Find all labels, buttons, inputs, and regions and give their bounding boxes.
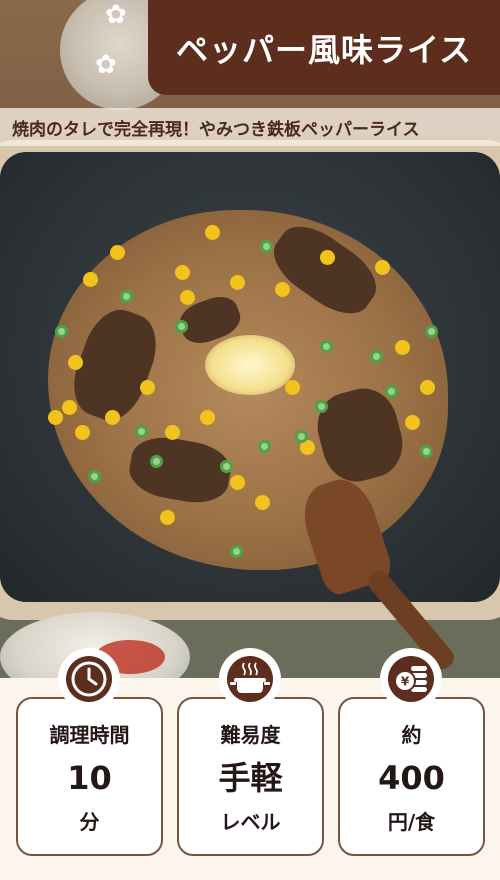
page-subtitle: 焼肉のタレで完全再現！やみつき鉄板ペッパーライス bbox=[12, 119, 420, 140]
corn-kernel bbox=[160, 510, 175, 525]
corn-kernel bbox=[255, 495, 270, 510]
green-onion bbox=[385, 385, 398, 398]
corn-kernel bbox=[175, 265, 190, 280]
cost-card: 約 400 円/食 bbox=[338, 697, 485, 856]
corn-kernel bbox=[62, 400, 77, 415]
corn-kernel bbox=[230, 275, 245, 290]
difficulty-card: 難易度 手軽 レベル bbox=[177, 697, 324, 856]
card-value: 手軽 bbox=[218, 759, 283, 797]
green-onion bbox=[315, 400, 328, 413]
green-onion bbox=[258, 440, 271, 453]
green-onion bbox=[120, 290, 133, 303]
corn-kernel bbox=[180, 290, 195, 305]
card-value: 10 bbox=[67, 759, 112, 797]
corn-kernel bbox=[205, 225, 220, 240]
green-onion bbox=[295, 430, 308, 443]
page-title: ペッパー風味ライス bbox=[175, 30, 473, 69]
coins-icon: ¥ bbox=[388, 656, 434, 702]
clock-icon bbox=[66, 656, 112, 702]
flower-icon: ✿ bbox=[95, 50, 117, 80]
clock-badge bbox=[58, 648, 120, 710]
butter-pat bbox=[205, 335, 295, 395]
flower-icon: ✿ bbox=[105, 0, 127, 30]
cooking-time-card: 調理時間 10 分 bbox=[16, 697, 163, 856]
corn-kernel bbox=[75, 425, 90, 440]
green-onion bbox=[420, 445, 433, 458]
green-onion bbox=[175, 320, 188, 333]
pot-badge bbox=[219, 648, 281, 710]
corn-kernel bbox=[83, 272, 98, 287]
corn-kernel bbox=[68, 355, 83, 370]
corn-kernel bbox=[140, 380, 155, 395]
svg-text:¥: ¥ bbox=[401, 675, 410, 689]
green-onion bbox=[260, 240, 273, 253]
card-label: 約 bbox=[401, 723, 422, 747]
card-unit: レベル bbox=[220, 810, 281, 834]
green-onion bbox=[370, 350, 383, 363]
subtitle-banner: 焼肉のタレで完全再現！やみつき鉄板ペッパーライス bbox=[0, 108, 500, 146]
cooking-pot-icon bbox=[227, 656, 273, 702]
card-label: 調理時間 bbox=[49, 723, 130, 747]
coins-badge: ¥ bbox=[380, 648, 442, 710]
card-unit: 円/食 bbox=[387, 810, 436, 834]
corn-kernel bbox=[395, 340, 410, 355]
corn-kernel bbox=[105, 410, 120, 425]
corn-kernel bbox=[405, 415, 420, 430]
green-onion bbox=[230, 545, 243, 558]
card-label: 難易度 bbox=[220, 723, 281, 747]
green-onion bbox=[135, 425, 148, 438]
green-onion bbox=[320, 340, 333, 353]
green-onion bbox=[88, 470, 101, 483]
corn-kernel bbox=[275, 282, 290, 297]
corn-kernel bbox=[200, 410, 215, 425]
card-value: 400 bbox=[378, 759, 445, 797]
corn-kernel bbox=[375, 260, 390, 275]
corn-kernel bbox=[285, 380, 300, 395]
green-onion bbox=[425, 325, 438, 338]
corn-kernel bbox=[165, 425, 180, 440]
green-onion bbox=[55, 325, 68, 338]
corn-kernel bbox=[110, 245, 125, 260]
corn-kernel bbox=[320, 250, 335, 265]
green-onion bbox=[150, 455, 163, 468]
green-onion bbox=[220, 460, 233, 473]
corn-kernel bbox=[420, 380, 435, 395]
hero-photo: ✿ ✿ bbox=[0, 0, 500, 678]
corn-kernel bbox=[230, 475, 245, 490]
title-banner: ペッパー風味ライス bbox=[148, 0, 500, 95]
card-unit: 分 bbox=[79, 810, 100, 834]
corn-kernel bbox=[48, 410, 63, 425]
